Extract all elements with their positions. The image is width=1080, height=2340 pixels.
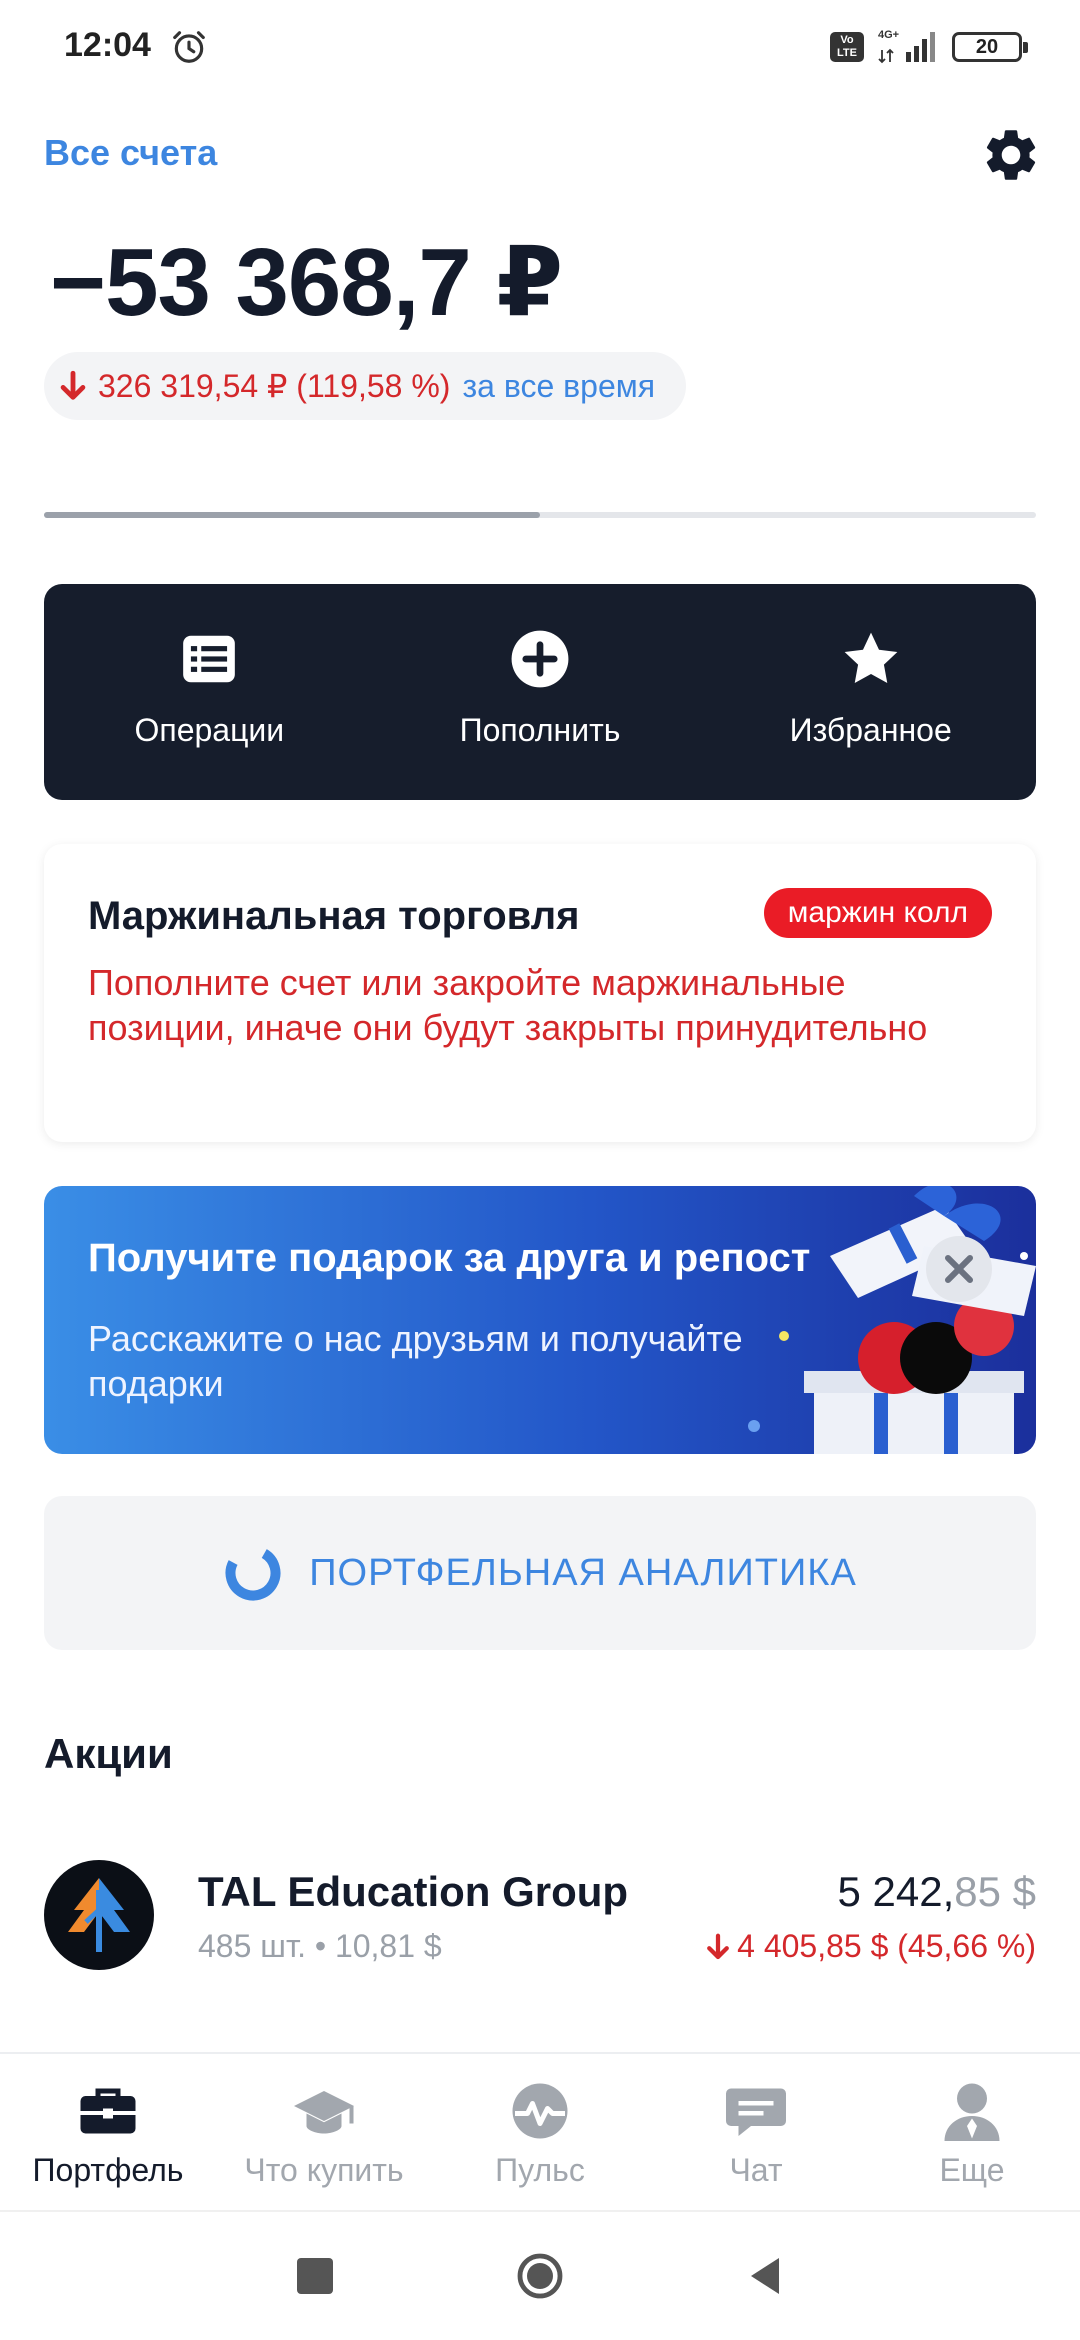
balance-change-value: 326 319,54 ₽ (119,58 %) — [98, 368, 451, 404]
portfolio-analytics-button[interactable]: ПОРТФЕЛЬНАЯ АНАЛИТИКА — [44, 1496, 1036, 1650]
quick-actions-panel: Операции Пополнить Избранное — [44, 584, 1036, 800]
back-icon[interactable] — [741, 2252, 789, 2300]
nav-more[interactable]: Еще — [864, 2054, 1080, 2210]
signal-icon: 4G+ — [878, 29, 935, 64]
tal-logo-mark — [68, 1878, 130, 1952]
nav-what-to-buy-label: Что купить — [244, 2152, 404, 2188]
promo-title: Получите подарок за друга и репост — [88, 1236, 811, 1280]
arrow-down-icon — [60, 370, 86, 400]
status-bar: 12:04 Vo LTE 4G+ 20 — [0, 0, 1080, 96]
margin-card-text: Пополните счет или закройте маржинальные… — [88, 962, 928, 1048]
alarm-icon — [173, 31, 205, 63]
stock-change-value: 4 405,85 $ (45,66 %) — [737, 1928, 1036, 1964]
stock-value-fraction: 85 $ — [954, 1868, 1036, 1915]
home-icon[interactable] — [516, 2252, 564, 2300]
list-icon — [183, 635, 236, 683]
balance-change-pill[interactable]: 326 319,54 ₽ (119,58 %) за все время — [44, 352, 686, 420]
nav-chat-label: Чат — [729, 2152, 783, 2188]
network-type: 4G+ — [878, 29, 899, 41]
chat-icon — [726, 2088, 786, 2136]
portfolio-balance: −53 368,7 ₽ — [50, 229, 563, 336]
referral-promo-banner[interactable]: Получите подарок за друга и репост Расск… — [44, 1186, 1036, 1454]
portfolio-analytics-label: ПОРТФЕЛЬНАЯ АНАЛИТИКА — [309, 1551, 857, 1594]
status-time: 12:04 — [64, 26, 151, 64]
stock-row-tal[interactable]: TAL Education Group 485 шт. • 10,81 $ 5 … — [44, 1858, 1036, 1974]
arrow-down-icon — [707, 1933, 729, 1959]
nav-pulse[interactable]: Пульс — [432, 2054, 648, 2210]
volte-icon: Vo LTE — [830, 32, 864, 62]
stocks-section-title: Акции — [44, 1730, 173, 1777]
margin-call-badge: маржин колл — [763, 888, 992, 938]
plus-circle-icon — [511, 630, 569, 688]
stock-name: TAL Education Group — [198, 1868, 629, 1915]
star-icon — [844, 632, 898, 684]
margin-card-title: Маржинальная торговля — [88, 894, 580, 938]
close-icon — [944, 1254, 974, 1284]
top-up-button[interactable]: Пополнить — [375, 584, 706, 800]
top-up-label: Пополнить — [459, 712, 621, 748]
bottom-navigation: Портфель Что купить Пульс Чат Еще — [0, 2052, 1080, 2210]
graduation-cap-icon — [294, 2091, 354, 2134]
pulse-icon — [512, 2083, 568, 2139]
nav-chat[interactable]: Чат — [648, 2054, 864, 2210]
nav-portfolio-label: Портфель — [32, 2152, 184, 2188]
balance-change-period: за все время — [462, 367, 656, 404]
nav-portfolio[interactable]: Портфель — [0, 2054, 216, 2210]
operations-label: Операции — [134, 712, 285, 748]
all-accounts-link[interactable]: Все счета — [44, 132, 217, 174]
nav-what-to-buy[interactable]: Что купить — [216, 2054, 432, 2210]
favorites-label: Избранное — [789, 712, 952, 748]
margin-trading-card[interactable]: Маржинальная торговля маржин колл Пополн… — [44, 844, 1036, 1142]
system-navigation-bar — [0, 2210, 1080, 2340]
favorites-button[interactable]: Избранное — [705, 584, 1036, 800]
nav-more-label: Еще — [939, 2152, 1005, 2188]
donut-chart-icon — [225, 1545, 281, 1601]
recents-icon[interactable] — [291, 2252, 339, 2300]
stock-change: 4 405,85 $ (45,66 %) — [705, 1928, 1036, 1965]
tal-logo — [44, 1860, 154, 1970]
promo-close-button[interactable] — [926, 1236, 992, 1302]
promo-text: Расскажите о нас друзьям и получайте под… — [88, 1318, 743, 1404]
battery-icon: 20 — [952, 32, 1028, 62]
accounts-pager-indicator — [44, 512, 1036, 518]
stock-value-main: 5 242, — [837, 1868, 955, 1915]
stock-value: 5 242,85 $ — [837, 1868, 1036, 1916]
briefcase-icon — [80, 2088, 136, 2134]
nav-pulse-label: Пульс — [495, 2152, 585, 2188]
stock-quantity: 485 шт. • 10,81 $ — [198, 1928, 442, 1964]
gear-icon[interactable] — [980, 124, 1042, 186]
pager-indicator-fill — [44, 512, 540, 518]
user-icon — [944, 2083, 1000, 2141]
operations-button[interactable]: Операции — [44, 584, 375, 800]
